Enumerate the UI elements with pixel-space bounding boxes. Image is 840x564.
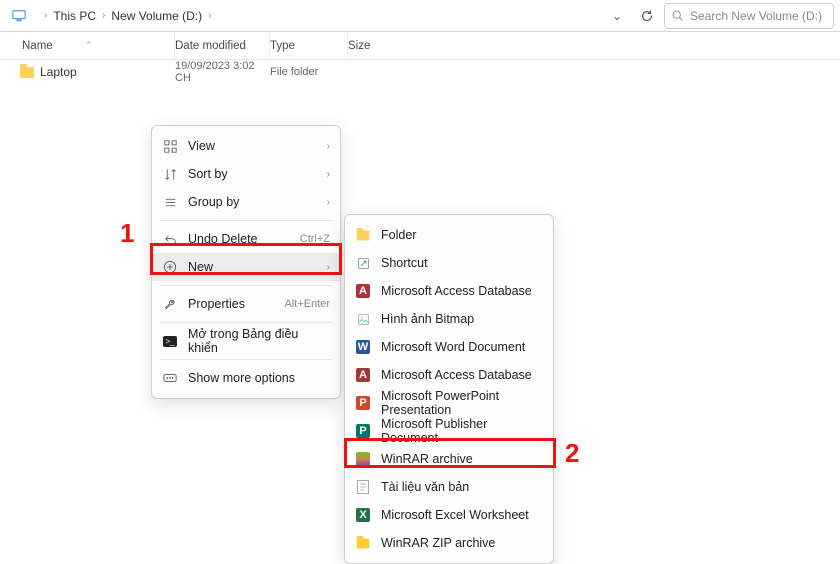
annotation-number-1: 1 xyxy=(120,218,134,249)
shortcut-icon xyxy=(355,255,371,271)
new-bitmap[interactable]: Hình ảnh Bitmap xyxy=(345,305,553,333)
chevron-right-icon: › xyxy=(327,169,330,180)
menu-sort-by[interactable]: Sort by › xyxy=(152,160,340,188)
bitmap-icon xyxy=(355,311,371,327)
new-winrar[interactable]: WinRAR archive xyxy=(345,445,553,473)
chevron-down-icon[interactable]: ⌄ xyxy=(604,3,630,29)
menu-new[interactable]: New › xyxy=(152,253,340,281)
chevron-right-icon: › xyxy=(204,10,215,21)
new-publisher[interactable]: P Microsoft Publisher Document xyxy=(345,417,553,445)
access-icon: A xyxy=(355,283,371,299)
menu-separator xyxy=(160,359,332,360)
excel-icon: X xyxy=(355,507,371,523)
file-date: 19/09/2023 3:02 CH xyxy=(175,60,270,84)
shortcut-label: Alt+Enter xyxy=(284,298,330,310)
file-list[interactable]: Laptop 19/09/2023 3:02 CH File folder xyxy=(0,60,840,84)
menu-separator xyxy=(160,220,332,221)
menu-group-by[interactable]: Group by › xyxy=(152,188,340,216)
undo-icon xyxy=(162,231,178,247)
monitor-icon xyxy=(6,3,32,29)
word-icon: W xyxy=(355,339,371,355)
context-menu: View › Sort by › Group by › Undo Delete … xyxy=(151,125,341,399)
column-date[interactable]: Date modified xyxy=(175,32,270,59)
search-placeholder: Search New Volume (D:) xyxy=(690,9,822,23)
menu-properties[interactable]: Properties Alt+Enter xyxy=(152,290,340,318)
refresh-icon[interactable] xyxy=(634,3,660,29)
column-name[interactable]: Name ⌃ xyxy=(0,32,175,59)
new-zip[interactable]: WinRAR ZIP archive xyxy=(345,529,553,557)
menu-view[interactable]: View › xyxy=(152,132,340,160)
plus-circle-icon xyxy=(162,259,178,275)
search-input[interactable]: Search New Volume (D:) xyxy=(664,3,834,29)
menu-show-more[interactable]: Show more options xyxy=(152,364,340,392)
file-row[interactable]: Laptop 19/09/2023 3:02 CH File folder xyxy=(0,60,840,84)
column-size[interactable]: Size xyxy=(348,32,408,59)
chevron-right-icon: › xyxy=(327,197,330,208)
wrench-icon xyxy=(162,296,178,312)
sort-indicator-icon: ⌃ xyxy=(85,40,93,51)
column-headers: Name ⌃ Date modified Type Size xyxy=(0,32,840,60)
powerpoint-icon: P xyxy=(355,395,371,411)
new-word[interactable]: W Microsoft Word Document xyxy=(345,333,553,361)
chevron-right-icon: › xyxy=(327,262,330,273)
breadcrumb[interactable]: › This PC › New Volume (D:) › xyxy=(36,9,600,23)
sort-icon xyxy=(162,166,178,182)
new-folder[interactable]: Folder xyxy=(345,221,553,249)
annotation-number-2: 2 xyxy=(565,438,579,469)
menu-separator xyxy=(160,322,332,323)
chevron-right-icon: › xyxy=(327,141,330,152)
menu-separator xyxy=(160,285,332,286)
column-type[interactable]: Type xyxy=(270,32,348,59)
grid-icon xyxy=(162,138,178,154)
zip-icon xyxy=(355,535,371,551)
new-excel[interactable]: X Microsoft Excel Worksheet xyxy=(345,501,553,529)
new-access-db[interactable]: A Microsoft Access Database xyxy=(345,277,553,305)
menu-open-panel[interactable]: >_ Mở trong Bảng điều khiển xyxy=(152,327,340,355)
text-icon xyxy=(355,479,371,495)
winrar-icon xyxy=(355,451,371,467)
breadcrumb-seg[interactable]: This PC xyxy=(53,9,96,23)
shortcut-label: Ctrl+Z xyxy=(300,233,330,245)
file-type: File folder xyxy=(270,66,348,78)
terminal-icon: >_ xyxy=(162,333,178,349)
folder-icon xyxy=(355,227,371,243)
search-icon xyxy=(671,9,684,22)
chevron-right-icon: › xyxy=(98,10,109,21)
new-submenu: Folder Shortcut A Microsoft Access Datab… xyxy=(344,214,554,564)
more-icon xyxy=(162,370,178,386)
chevron-right-icon: › xyxy=(40,10,51,21)
publisher-icon: P xyxy=(355,423,371,439)
new-shortcut[interactable]: Shortcut xyxy=(345,249,553,277)
file-name: Laptop xyxy=(40,65,77,79)
menu-undo-delete[interactable]: Undo Delete Ctrl+Z xyxy=(152,225,340,253)
breadcrumb-seg[interactable]: New Volume (D:) xyxy=(111,9,202,23)
access-icon: A xyxy=(355,367,371,383)
new-text[interactable]: Tài liệu văn bản xyxy=(345,473,553,501)
new-powerpoint[interactable]: P Microsoft PowerPoint Presentation xyxy=(345,389,553,417)
new-access-db-2[interactable]: A Microsoft Access Database xyxy=(345,361,553,389)
address-bar: › This PC › New Volume (D:) › ⌄ Search N… xyxy=(0,0,840,32)
group-icon xyxy=(162,194,178,210)
folder-icon xyxy=(20,67,34,78)
